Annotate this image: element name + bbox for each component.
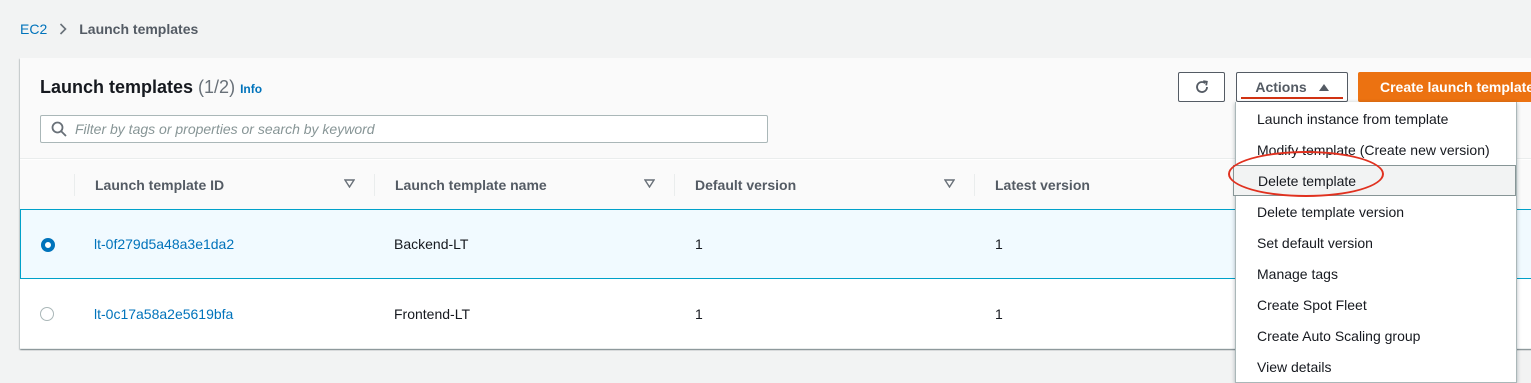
column-divider xyxy=(74,174,75,196)
chevron-right-icon xyxy=(59,23,67,35)
default-version: 1 xyxy=(695,236,703,252)
actions-dropdown-menu: Launch instance from template Modify tem… xyxy=(1233,102,1517,383)
breadcrumb-ec2-link[interactable]: EC2 xyxy=(20,21,47,37)
template-name: Backend-LT xyxy=(394,236,469,252)
annotation-underline xyxy=(1241,97,1343,99)
menu-item-delete-template-version[interactable]: Delete template version xyxy=(1236,196,1516,227)
template-id-link[interactable]: lt-0c17a58a2e5619bfa xyxy=(94,279,233,348)
actions-label: Actions xyxy=(1255,79,1307,95)
search-input[interactable] xyxy=(75,121,755,137)
latest-version: 1 xyxy=(995,305,1003,322)
menu-item-create-auto-scaling-group[interactable]: Create Auto Scaling group xyxy=(1236,320,1516,351)
menu-item-view-details[interactable]: View details xyxy=(1236,351,1516,382)
search-field xyxy=(40,115,768,143)
template-name: Frontend-LT xyxy=(394,305,470,322)
breadcrumb: EC2 Launch templates xyxy=(20,21,198,37)
latest-version: 1 xyxy=(995,236,1003,252)
sort-icon[interactable] xyxy=(344,179,355,188)
menu-item-set-default-version[interactable]: Set default version xyxy=(1236,227,1516,258)
column-divider xyxy=(674,174,675,196)
menu-item-launch-instance[interactable]: Launch instance from template xyxy=(1236,103,1516,134)
row-radio[interactable] xyxy=(41,238,55,252)
title-text: Launch templates xyxy=(40,77,194,97)
sort-icon[interactable] xyxy=(644,179,655,188)
menu-item-delete-template[interactable]: Delete template xyxy=(1233,165,1516,196)
column-divider xyxy=(374,174,375,196)
refresh-button[interactable] xyxy=(1178,72,1225,102)
sort-icon[interactable] xyxy=(944,179,955,188)
page-title: Launch templates (1/2) Info xyxy=(40,77,262,98)
default-version: 1 xyxy=(695,305,703,322)
template-id-link[interactable]: lt-0f279d5a48a3e1da2 xyxy=(94,210,234,278)
column-header-id[interactable]: Launch template ID xyxy=(95,160,224,210)
row-radio[interactable] xyxy=(40,307,54,321)
menu-item-manage-tags[interactable]: Manage tags xyxy=(1236,258,1516,289)
info-link[interactable]: Info xyxy=(240,82,262,96)
actions-button[interactable]: Actions xyxy=(1236,72,1348,102)
create-launch-template-button[interactable]: Create launch template xyxy=(1358,72,1531,102)
refresh-icon xyxy=(1194,79,1210,95)
selection-count: (1/2) xyxy=(198,77,236,97)
caret-up-icon xyxy=(1318,83,1329,91)
breadcrumb-current: Launch templates xyxy=(79,21,199,37)
column-header-name[interactable]: Launch template name xyxy=(395,160,547,210)
menu-item-modify-template[interactable]: Modify template (Create new version) xyxy=(1236,134,1516,165)
column-divider xyxy=(974,174,975,196)
column-header-default-version[interactable]: Default version xyxy=(695,160,796,210)
column-header-latest-version[interactable]: Latest version xyxy=(995,160,1090,210)
search-icon xyxy=(51,121,67,137)
menu-item-create-spot-fleet[interactable]: Create Spot Fleet xyxy=(1236,289,1516,320)
